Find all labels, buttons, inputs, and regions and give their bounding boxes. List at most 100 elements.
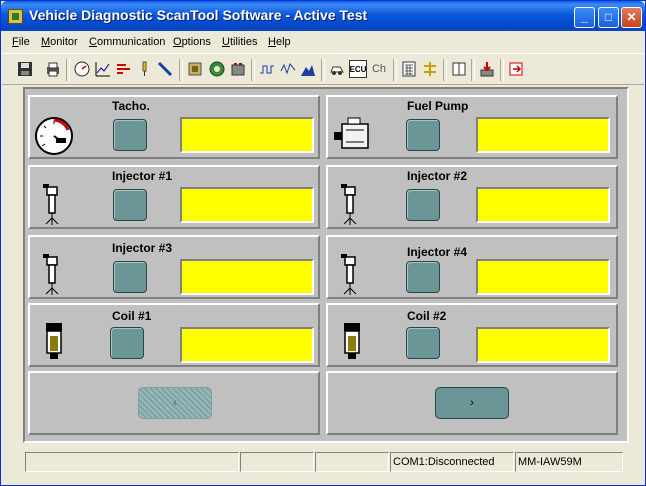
test-run-button[interactable] [113, 261, 147, 293]
toolbar-separator [251, 59, 255, 81]
test-title: Injector #2 [407, 169, 468, 183]
test-value-display [476, 259, 610, 295]
nav-cell-next: › [326, 371, 618, 435]
calculator-icon[interactable] [400, 60, 418, 78]
toolbar: ECU Ch [2, 53, 644, 85]
test-value-display [180, 117, 314, 153]
status-panel-main [25, 452, 239, 472]
injector-icon [42, 254, 64, 301]
exit-icon[interactable] [507, 60, 525, 78]
bar-graph-icon[interactable] [115, 60, 133, 78]
test-value-display [180, 259, 314, 295]
chip-icon[interactable] [186, 60, 204, 78]
line-graph-icon[interactable] [94, 60, 112, 78]
test-title: Coil #2 [407, 309, 447, 323]
status-bar: COM1:Disconnected MM-IAW59M [2, 447, 644, 485]
wiring-icon[interactable] [421, 60, 439, 78]
test-value-display [476, 327, 610, 363]
test-cell-injector-1: Injector #1 [28, 165, 320, 229]
gauge-icon[interactable] [73, 60, 91, 78]
menu-file-label: File [12, 36, 30, 48]
menu-help-label: Help [268, 36, 291, 48]
prev-page-button[interactable]: ‹ [138, 387, 212, 419]
test-run-button[interactable] [406, 327, 440, 359]
test-cell-coil-1: Coil #1 [28, 303, 320, 367]
menu-monitor[interactable]: Monitor [41, 36, 78, 48]
book-icon[interactable] [450, 60, 468, 78]
test-cell-coil-2: Coil #2 [326, 303, 618, 367]
test-run-button[interactable] [406, 119, 440, 151]
test-run-button[interactable] [113, 189, 147, 221]
gear-icon[interactable] [208, 60, 226, 78]
menu-options[interactable]: Options [173, 36, 211, 48]
app-window: Vehicle Diagnostic ScanTool Software - A… [0, 0, 646, 486]
test-title: Coil #1 [112, 309, 152, 323]
menu-communication-label: Communication [89, 36, 166, 48]
toolbar-separator [321, 59, 325, 81]
fuel-pump-icon [332, 116, 372, 161]
title-bar[interactable]: Vehicle Diagnostic ScanTool Software - A… [1, 1, 645, 31]
test-value-display [180, 327, 314, 363]
test-cell-tacho: Tacho. [28, 95, 320, 159]
ecu-icon[interactable]: ECU [349, 60, 367, 78]
test-value-display [476, 117, 610, 153]
test-title: Fuel Pump [407, 99, 469, 113]
test-run-button[interactable] [113, 119, 147, 151]
status-panel-3 [315, 452, 389, 472]
test-title: Injector #4 [407, 245, 468, 259]
toolbar-separator [443, 59, 447, 81]
print-icon[interactable] [44, 60, 62, 78]
save-icon[interactable] [16, 60, 34, 78]
test-run-button[interactable] [110, 327, 144, 359]
test-cell-injector-4: Injector #4 [326, 235, 618, 299]
injector-icon [340, 184, 362, 231]
menu-communication[interactable]: Communication [89, 36, 165, 48]
injector-icon [42, 184, 64, 231]
test-cell-fuel-pump: Fuel Pump [326, 95, 618, 159]
test-run-button[interactable] [406, 189, 440, 221]
minimize-button[interactable]: _ [574, 7, 595, 28]
menu-utilities[interactable]: Utilities [222, 36, 257, 48]
test-title: Injector #3 [112, 241, 173, 255]
maximize-button[interactable]: □ [598, 7, 619, 28]
active-test-panel: Tacho. Fuel Pump Injector #1 Injector #2… [23, 87, 629, 443]
mountain-graph-icon[interactable] [299, 60, 317, 78]
scope-icon[interactable] [279, 60, 297, 78]
window-title: Vehicle Diagnostic ScanTool Software - A… [29, 7, 368, 23]
toolbar-separator [393, 59, 397, 81]
download-icon[interactable] [478, 60, 496, 78]
menu-options-label: Options [173, 36, 211, 48]
menu-utilities-label: Utilities [222, 36, 258, 48]
test-title: Injector #1 [112, 169, 173, 183]
menu-file[interactable]: File [12, 36, 30, 48]
test-value-display [180, 187, 314, 223]
nav-cell-prev: ‹ [28, 371, 320, 435]
test-run-button[interactable] [406, 261, 440, 293]
injector-icon [340, 254, 362, 301]
toolbar-separator [471, 59, 475, 81]
close-button[interactable]: ✕ [621, 7, 642, 28]
waveform-icon[interactable] [258, 60, 276, 78]
car-icon[interactable] [328, 60, 346, 78]
status-ecu-model: MM-IAW59M [515, 452, 623, 472]
probe-icon[interactable] [136, 60, 154, 78]
test-cell-injector-2: Injector #2 [326, 165, 618, 229]
battery-icon[interactable] [229, 60, 247, 78]
test-value-display [476, 187, 610, 223]
status-panel-2 [240, 452, 314, 472]
toolbar-separator [66, 59, 70, 81]
next-page-button[interactable]: › [435, 387, 509, 419]
menu-help[interactable]: Help [268, 36, 291, 48]
status-connection: COM1:Disconnected [390, 452, 514, 472]
ignition-coil-icon [342, 323, 362, 372]
wand-icon[interactable] [156, 60, 174, 78]
test-title: Tacho. [112, 99, 150, 113]
menu-monitor-label: Monitor [41, 36, 78, 48]
app-icon [8, 9, 23, 24]
test-cell-injector-3: Injector #3 [28, 235, 320, 299]
channel-icon[interactable]: Ch [370, 60, 388, 78]
toolbar-separator [500, 59, 504, 81]
menu-bar: File Monitor Communication Options Utili… [2, 32, 644, 52]
ignition-coil-icon [44, 323, 64, 372]
toolbar-separator [179, 59, 183, 81]
